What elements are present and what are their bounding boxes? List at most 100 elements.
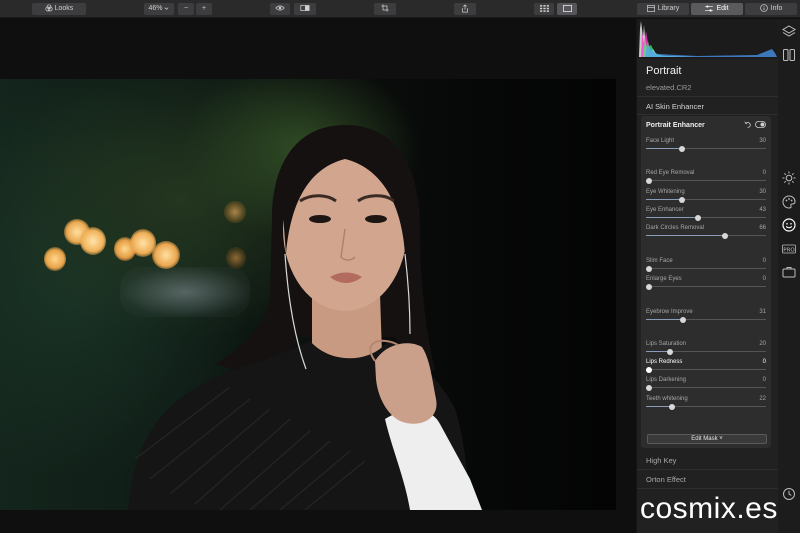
slider-eye-enhancer[interactable]: Eye Enhancer 43 — [646, 207, 766, 221]
slider-handle[interactable] — [722, 232, 729, 239]
history-clock-icon[interactable] — [782, 487, 796, 501]
top-toolbar: Looks 46% − + Library Edit Info — [0, 0, 800, 18]
compare-button[interactable] — [294, 3, 316, 15]
slider-dark-circles-removal[interactable]: Dark Circles Removal 66 — [646, 225, 766, 239]
slider-handle[interactable] — [679, 196, 685, 203]
slider-handle[interactable] — [680, 316, 687, 323]
slider-track[interactable] — [646, 387, 766, 388]
slider-enlarge-eyes[interactable]: Enlarge Eyes 0 — [646, 276, 766, 290]
divider — [637, 96, 779, 97]
zoom-level-dropdown[interactable]: 46% — [144, 3, 174, 15]
slider-fill — [646, 235, 726, 236]
slider-lips-saturation[interactable]: Lips Saturation 20 — [646, 341, 766, 355]
slider-fill — [646, 199, 682, 200]
slider-handle[interactable] — [679, 145, 685, 152]
slider-face-light[interactable]: Face Light 30 — [646, 138, 766, 152]
slider-track[interactable] — [646, 369, 766, 370]
slider-label: Teeth whitening — [646, 396, 688, 402]
panel-title: Portrait — [646, 65, 682, 77]
crop-icon — [381, 4, 389, 12]
slider-handle[interactable] — [646, 366, 652, 373]
histogram — [637, 19, 779, 59]
section-orton-effect[interactable]: Orton Effect — [646, 475, 686, 484]
tab-info-label: Info — [770, 5, 783, 12]
watermark: cosmix.es — [640, 492, 778, 525]
tab-info[interactable]: Info — [745, 3, 797, 15]
undo-icon[interactable] — [744, 121, 751, 128]
slider-label: Eye Whitening — [646, 189, 685, 195]
slider-value: 0 — [762, 276, 766, 282]
grid-view-button[interactable] — [534, 3, 554, 15]
slider-value: 43 — [759, 207, 766, 213]
slider-handle[interactable] — [646, 265, 652, 272]
slider-value: 0 — [762, 258, 766, 264]
slider-handle[interactable] — [669, 403, 676, 410]
section-ai-skin-enhancer[interactable]: AI Skin Enhancer — [646, 102, 704, 111]
preview-eye-button[interactable] — [270, 3, 290, 15]
tab-edit[interactable]: Edit — [691, 3, 743, 15]
file-name: elevated.CR2 — [646, 83, 692, 92]
pro-icon[interactable]: PRO — [782, 242, 796, 256]
slider-track[interactable] — [646, 286, 766, 287]
looks-label: Looks — [54, 5, 74, 12]
share-button[interactable] — [454, 3, 476, 15]
divider — [637, 488, 779, 489]
toggle-icon[interactable] — [755, 121, 766, 128]
crop-button[interactable] — [374, 3, 396, 15]
palette-icon[interactable] — [782, 195, 796, 209]
slider-fill — [646, 217, 698, 218]
slider-value: 20 — [759, 341, 766, 347]
zoom-out-button[interactable]: − — [178, 3, 194, 15]
chevron-down-icon — [165, 7, 169, 10]
eye-icon — [275, 5, 285, 11]
slider-label: Enlarge Eyes — [646, 276, 682, 282]
slider-label: Dark Circles Removal — [646, 225, 705, 231]
slider-label: Slim Face — [646, 258, 673, 264]
slider-label: Eye Enhancer — [646, 207, 684, 213]
slider-handle[interactable] — [646, 283, 652, 290]
slider-value: 31 — [759, 309, 766, 315]
slider-slim-face[interactable]: Slim Face 0 — [646, 258, 766, 272]
compare-icon — [300, 5, 310, 12]
slider-label: Lips Saturation — [646, 341, 687, 347]
tab-library[interactable]: Library — [637, 3, 689, 15]
slider-value: 66 — [759, 225, 766, 231]
slider-label: Lips Redness — [646, 359, 683, 365]
slider-label: Red Eye Removal — [646, 170, 695, 176]
card-actions — [744, 121, 766, 128]
slider-red-eye-removal[interactable]: Red Eye Removal 0 — [646, 170, 766, 184]
divider — [637, 469, 779, 470]
sun-icon[interactable] — [782, 171, 796, 185]
layers-icon[interactable] — [782, 25, 796, 39]
slider-eye-whitening[interactable]: Eye Whitening 30 — [646, 189, 766, 203]
slider-handle[interactable] — [646, 384, 652, 391]
compare-panels-icon[interactable] — [782, 48, 796, 62]
share-icon — [462, 4, 468, 13]
mode-tabs: Library Edit Info — [637, 3, 797, 15]
slider-value: 30 — [759, 189, 766, 195]
edit-mask-button[interactable]: Edit Mask ˅ — [647, 434, 767, 444]
divider — [637, 114, 779, 115]
looks-button[interactable]: Looks — [32, 3, 86, 15]
portrait-face-icon[interactable] — [782, 218, 796, 232]
zoom-in-button[interactable]: + — [196, 3, 212, 15]
slider-lips-darkening[interactable]: Lips Darkening 0 — [646, 377, 766, 391]
section-high-key[interactable]: High Key — [646, 456, 676, 465]
slider-handle[interactable] — [646, 177, 652, 184]
tab-edit-label: Edit — [716, 5, 729, 12]
tool-icon-rail: PRO — [778, 19, 800, 533]
slider-eyebrow-improve[interactable]: Eyebrow Improve 31 — [646, 309, 766, 323]
slider-handle[interactable] — [694, 214, 701, 221]
tab-library-label: Library — [657, 5, 680, 12]
slider-track[interactable] — [646, 180, 766, 181]
sliders-icon — [705, 5, 714, 12]
slider-track[interactable] — [646, 268, 766, 269]
svg-text:PRO: PRO — [783, 247, 795, 253]
image-canvas[interactable] — [0, 19, 636, 533]
briefcase-icon[interactable] — [782, 265, 796, 279]
slider-teeth-whitening[interactable]: Teeth whitening 22 — [646, 396, 766, 410]
slider-label: Face Light — [646, 138, 675, 144]
single-view-button[interactable] — [557, 3, 577, 15]
slider-handle[interactable] — [667, 348, 673, 355]
slider-lips-redness[interactable]: Lips Redness 0 — [646, 359, 766, 373]
